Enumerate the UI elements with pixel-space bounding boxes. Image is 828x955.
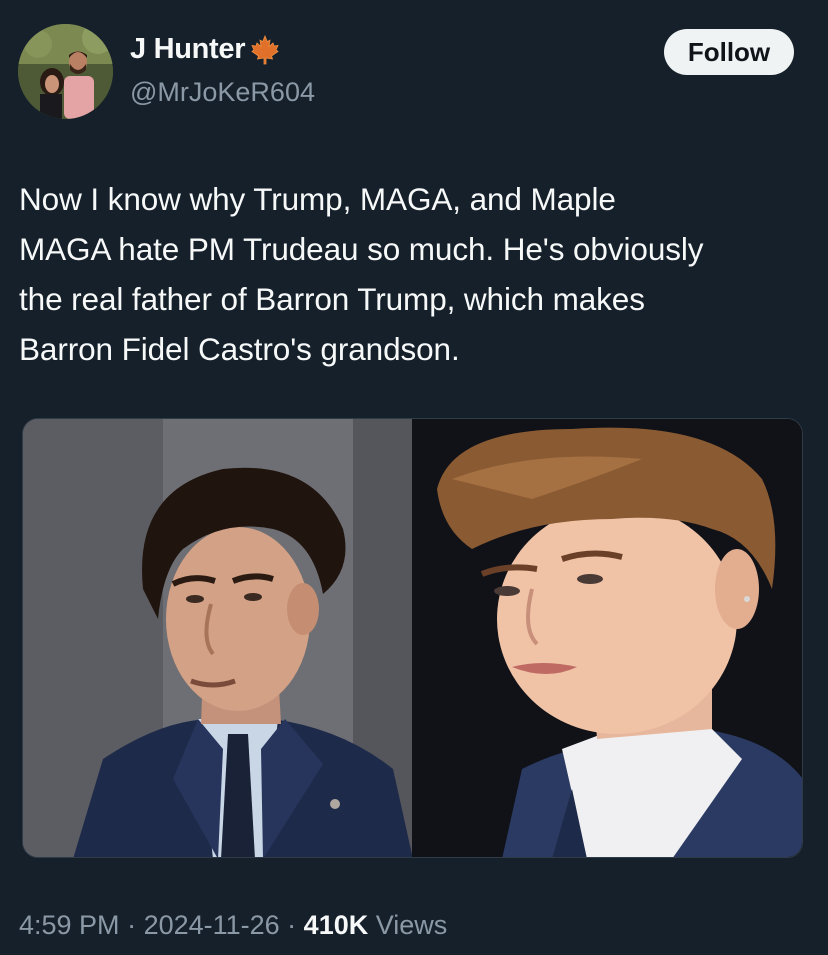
tweet-meta: 4:59 PM · 2024-11-26 · 410K Views: [19, 910, 447, 941]
tweet-date[interactable]: 2024-11-26: [144, 910, 280, 941]
views-count[interactable]: 410K: [304, 910, 369, 941]
tweet-time[interactable]: 4:59 PM: [19, 910, 120, 941]
photo-man-in-suit-left[interactable]: [23, 419, 412, 857]
maple-leaf-icon: [249, 34, 281, 66]
tweet-card: J Hunter @MrJoKeR604 Follow Now I know w…: [0, 0, 828, 955]
author-name-row[interactable]: J Hunter: [130, 33, 281, 66]
tweet-media[interactable]: [22, 418, 803, 858]
tweet-text: Now I know why Trump, MAGA, and Maple MA…: [19, 181, 704, 367]
meta-separator: ·: [279, 910, 304, 940]
follow-button[interactable]: Follow: [664, 29, 794, 75]
views-label: Views: [368, 910, 448, 940]
photo-young-man-in-suit-right[interactable]: [412, 419, 802, 857]
meta-separator: ·: [119, 910, 144, 940]
author-display-name[interactable]: J Hunter: [130, 33, 246, 66]
author-handle[interactable]: @MrJoKeR604: [130, 77, 315, 108]
author-avatar[interactable]: [18, 24, 113, 119]
